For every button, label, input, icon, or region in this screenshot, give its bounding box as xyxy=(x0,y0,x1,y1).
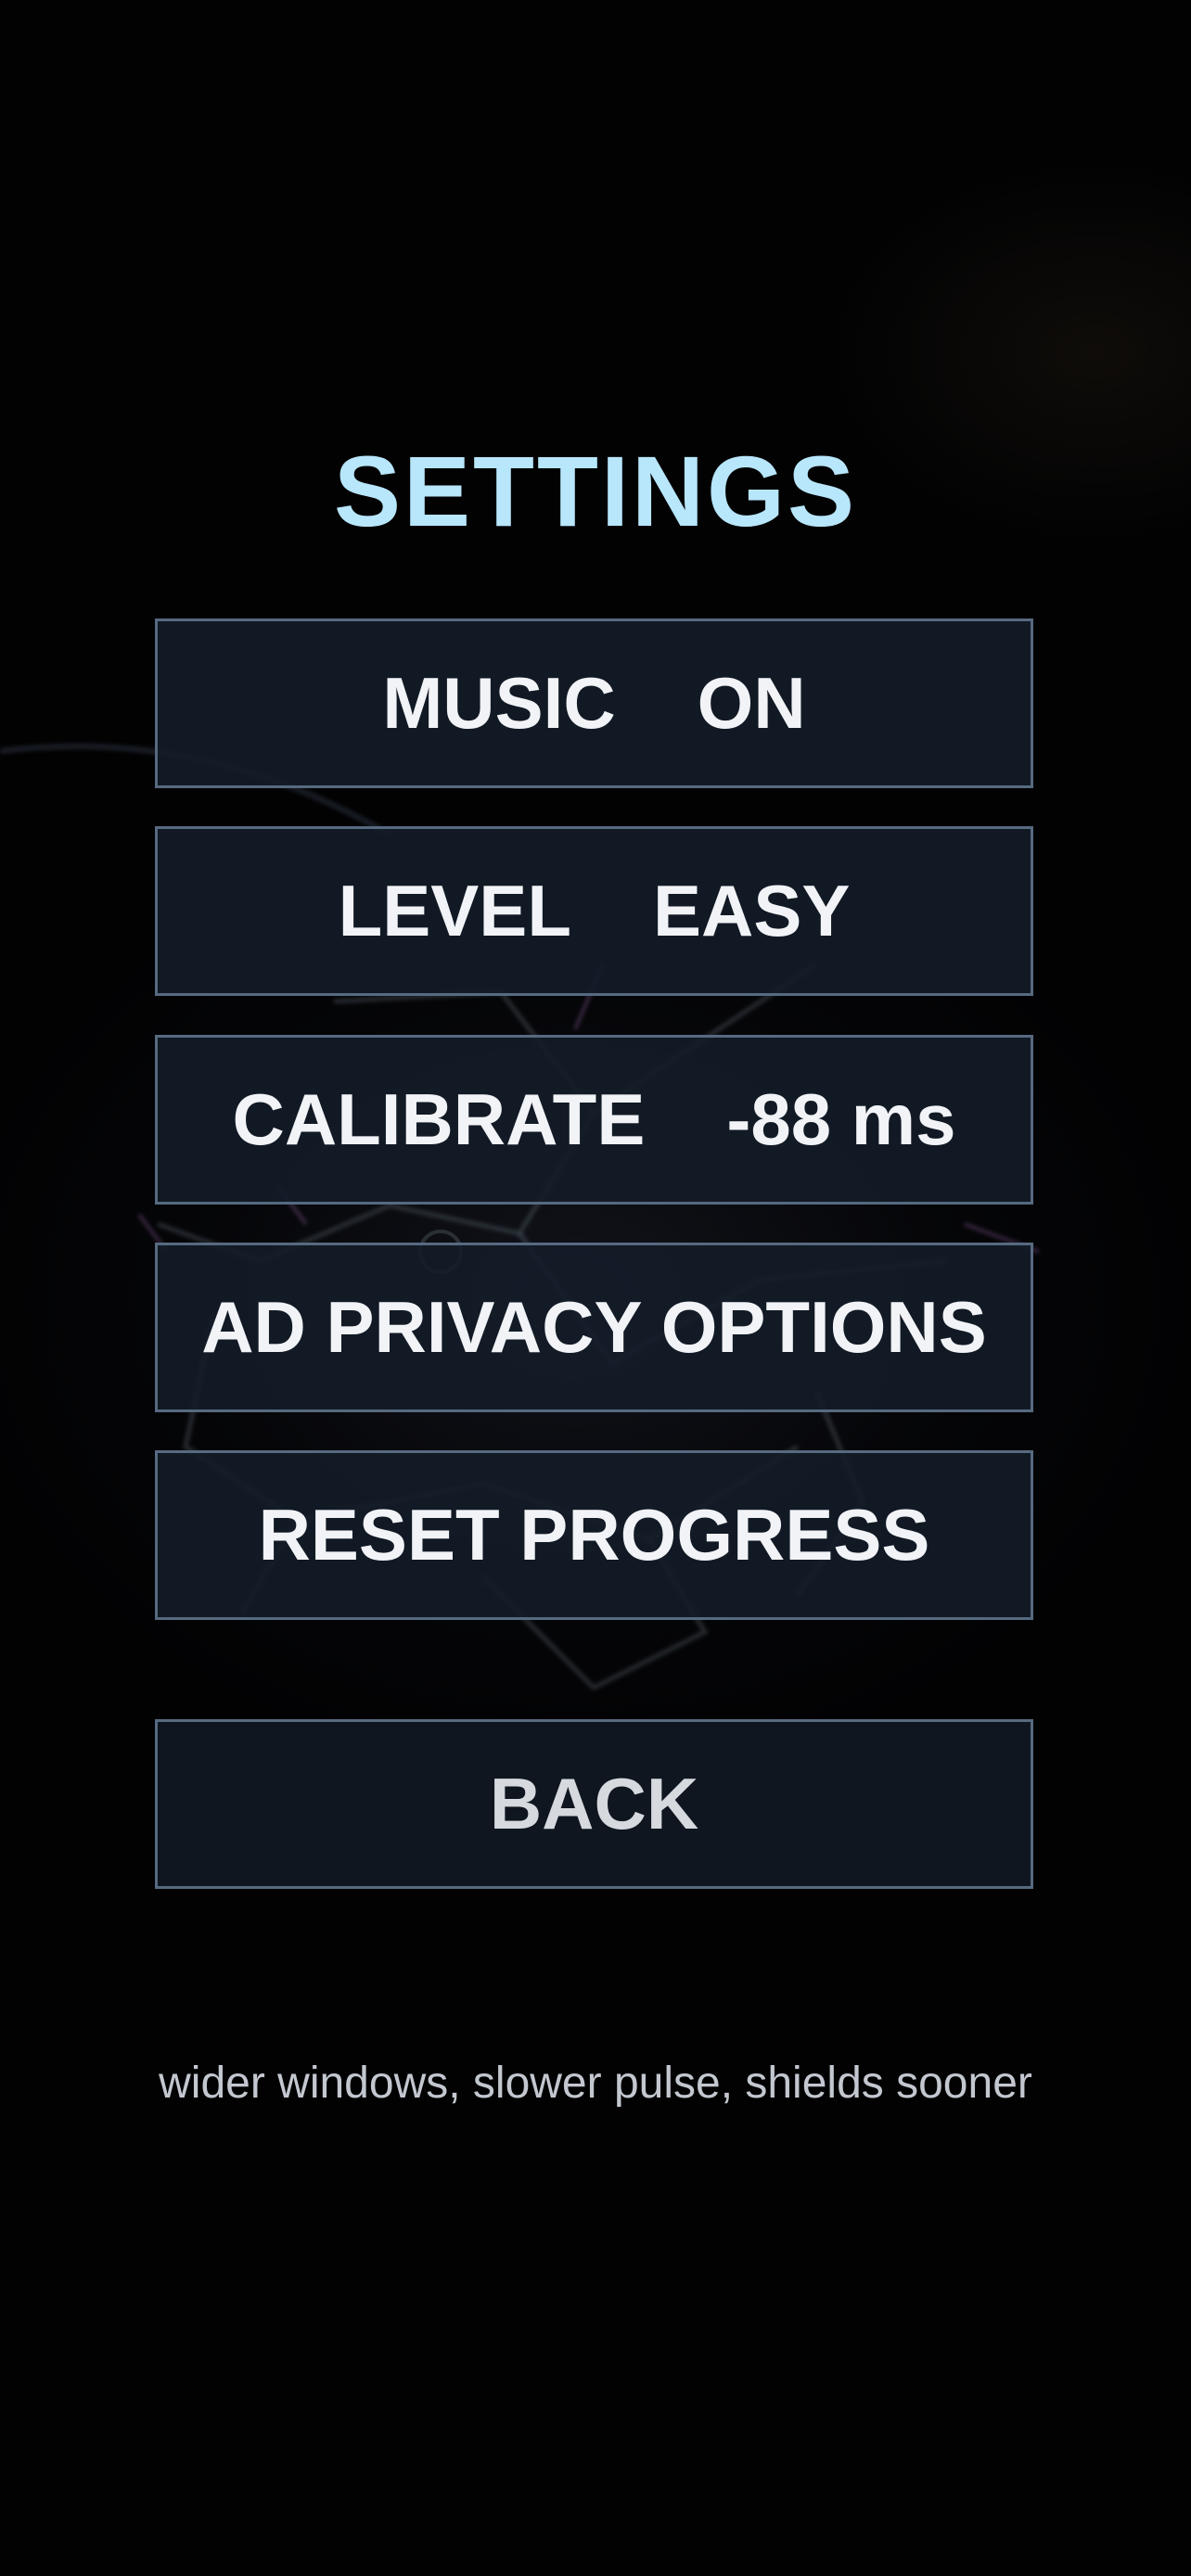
level-label: LEVEL xyxy=(338,870,571,951)
level-description: wider windows, slower pulse, shields soo… xyxy=(159,2059,1032,2108)
music-value: ON xyxy=(697,662,806,744)
level-value: EASY xyxy=(652,870,851,951)
settings-screen: SETTINGS MUSIC ON LEVEL EASY CALIBRATE -88 … xyxy=(0,0,1191,2576)
back-button[interactable]: BACK xyxy=(155,1719,1033,1889)
music-label: MUSIC xyxy=(382,662,616,744)
ad-privacy-options-button[interactable]: AD PRIVACY OPTIONS xyxy=(155,1243,1033,1412)
ad-privacy-label: AD PRIVACY OPTIONS xyxy=(201,1286,987,1368)
back-label: BACK xyxy=(489,1763,699,1844)
calibrate-value: -88 ms xyxy=(726,1078,956,1160)
reset-progress-label: RESET PROGRESS xyxy=(258,1494,930,1575)
reset-progress-button[interactable]: RESET PROGRESS xyxy=(155,1450,1033,1620)
page-title: SETTINGS xyxy=(333,435,858,547)
music-toggle-button[interactable]: MUSIC ON xyxy=(155,618,1033,788)
calibrate-label: CALIBRATE xyxy=(232,1078,646,1160)
calibrate-button[interactable]: CALIBRATE -88 ms xyxy=(155,1035,1033,1205)
level-select-button[interactable]: LEVEL EASY xyxy=(155,826,1033,996)
